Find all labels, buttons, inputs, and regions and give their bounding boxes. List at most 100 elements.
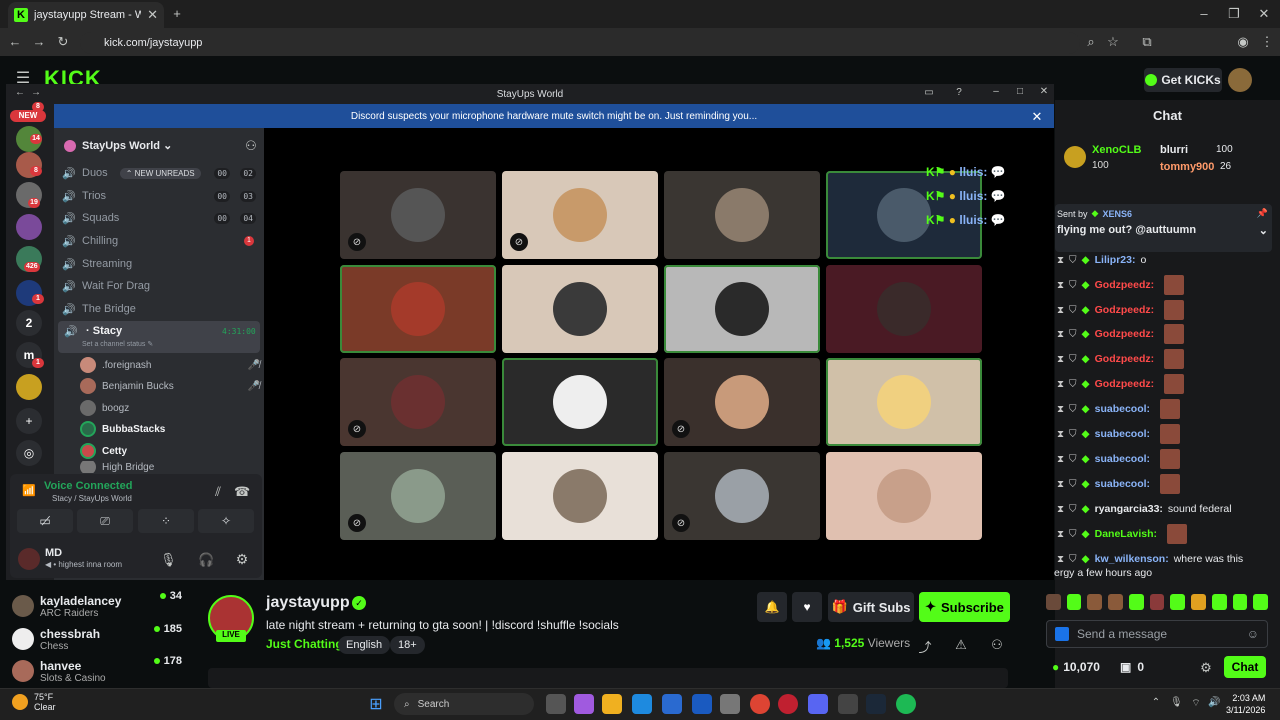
recommended-channel[interactable]: chessbrah Chess 185 [12,623,182,655]
discord-forward-icon[interactable]: → [30,87,42,98]
voice-member[interactable]: BubbaStacks [80,419,260,439]
chat-settings-icon[interactable]: ⚙ [1200,660,1212,676]
pinned-user[interactable]: XENS6 [1102,209,1132,219]
taskbar-clock[interactable]: 2:03 AM 3/11/2026 [1226,692,1265,716]
user-avatar[interactable] [1228,68,1252,92]
discord-close-icon[interactable]: ✕ [1038,86,1050,97]
screen-share-button[interactable]: ⎚ [77,509,133,533]
activities-button[interactable]: ⁘ [138,509,194,533]
tag-age[interactable]: 18+ [390,636,425,654]
tag-language[interactable]: English [338,636,391,654]
xbox-icon[interactable] [838,694,858,714]
get-kicks-button[interactable]: Get KICKs [1144,68,1222,92]
notification-bell-button[interactable]: 🔔 [757,592,787,622]
video-tile[interactable]: ⊘ [502,171,658,259]
chat-username[interactable]: suabecool: [1095,403,1150,415]
inbox-icon[interactable]: ▭ [922,87,936,98]
reload-icon[interactable]: ↻ [56,34,70,50]
emote-icon[interactable] [1108,594,1123,610]
video-tile[interactable]: ⊘ [340,171,496,259]
chat-username[interactable]: ryangarcia33: [1095,503,1163,515]
chat-username[interactable]: suabecool: [1095,428,1150,440]
emote-icon[interactable] [1066,594,1082,610]
video-tile[interactable]: ⊘ [340,358,496,446]
video-tile[interactable]: ⊘ [664,358,820,446]
spotify-icon[interactable] [896,694,916,714]
server-icon[interactable] [16,214,42,240]
volume-icon[interactable]: 🔊 [1208,697,1220,708]
minimize-icon[interactable]: – [1196,6,1212,21]
subscribe-button[interactable]: ✦ Subscribe [919,592,1010,622]
emote-icon[interactable] [1170,594,1186,610]
gifter-name[interactable]: tommy900 [1160,161,1214,173]
weather-widget[interactable]: 75°F Clear [12,692,56,712]
emoji-icon[interactable]: ☺ [1247,627,1259,641]
streamer-name[interactable]: jaystayupp [266,594,350,612]
chat-username[interactable]: Lilipr23: [1095,254,1136,266]
chat-username[interactable]: Godzpeedz: [1095,378,1155,390]
close-notice-icon[interactable]: ✕ [1030,109,1044,125]
video-tile[interactable] [826,452,982,540]
server-icon[interactable] [16,374,42,400]
emote-icon[interactable] [1232,594,1248,610]
wifi-icon[interactable]: ⌔ [1190,697,1202,710]
invite-icon[interactable]: ⚇ [244,138,258,154]
chat-username[interactable]: Godzpeedz: [1095,353,1155,365]
recommended-channel[interactable]: kayladelancey ARC Raiders 34 [12,590,182,622]
tray-mic-icon[interactable]: 🎙 [1170,697,1183,708]
user-avatar[interactable] [18,548,40,570]
chat-input[interactable]: Send a message ☺ [1046,620,1268,648]
emote-icon[interactable] [1191,594,1206,610]
explore-icon[interactable]: ◎ [16,440,42,466]
zoom-icon[interactable]: ⌕ [1084,34,1098,50]
voice-member[interactable]: Cetty [80,441,260,461]
back-icon[interactable]: ← [8,34,22,49]
forward-icon[interactable]: → [32,34,46,49]
headphones-icon[interactable]: 🎧 [198,552,214,568]
chat-username[interactable]: suabecool: [1095,478,1150,490]
video-tile[interactable] [502,358,658,446]
channel-status-prompt[interactable]: Set a channel status ✎ [82,340,153,348]
profile-icon[interactable]: ◉ [1236,34,1250,50]
file-explorer-icon[interactable] [602,694,622,714]
emote-icon[interactable] [1253,594,1269,610]
copilot-icon[interactable] [574,694,594,714]
close-window-icon[interactable]: ✕ [1256,6,1272,22]
bookmark-star-icon[interactable]: ☆ [1106,34,1120,50]
emote-icon[interactable] [1211,594,1227,610]
edge-icon[interactable] [632,694,652,714]
recommended-channel[interactable]: hanvee Slots & Casino 178 [12,655,182,687]
soundboard-button[interactable]: ✧ [198,509,254,533]
voice-member[interactable]: High Bridge [80,461,260,473]
chevron-down-icon[interactable]: ⌄ [1259,224,1268,237]
user-settings-icon[interactable]: ⚙ [234,551,250,568]
start-icon[interactable]: ⊞ [366,694,386,714]
video-tile[interactable] [340,265,496,353]
video-tile[interactable] [502,452,658,540]
tray-chevron-icon[interactable]: ⌃ [1150,697,1162,708]
extensions-icon[interactable]: ⧉ [1140,34,1154,50]
gifter-name[interactable]: blurri [1160,144,1188,156]
video-tile[interactable] [826,358,982,446]
task-view-icon[interactable] [546,694,566,714]
discord-icon[interactable] [808,694,828,714]
emote-icon[interactable] [1128,594,1144,610]
gifter-name[interactable]: XenoCLB [1092,144,1142,156]
voice-channel-the-bridge[interactable]: 🔊 The Bridge [62,299,260,319]
voice-channel-wait-for-drag[interactable]: 🔊 Wait For Drag [62,276,260,296]
server-name-header[interactable]: StayUps World ⌄ [82,139,172,152]
new-unreads-pill[interactable]: ⌃ NEW UNREADS [119,167,201,179]
voice-member[interactable]: boogz [80,398,260,418]
chat-username[interactable]: suabecool: [1095,453,1150,465]
voice-connected-title[interactable]: Voice Connected [44,480,132,492]
video-tile[interactable] [664,265,820,353]
emote-icon[interactable] [1149,594,1165,610]
pinned-message[interactable]: Sent by ◆ XENS6 📌 flying me out? @auttuu… [1055,204,1272,252]
video-tile[interactable] [502,265,658,353]
follow-button[interactable]: ♥ [792,592,822,622]
stream-category[interactable]: Just Chatting [266,637,343,651]
chrome-icon[interactable] [750,694,770,714]
opera-icon[interactable] [778,694,798,714]
send-chat-button[interactable]: Chat [1224,656,1266,678]
app-icon[interactable] [720,694,740,714]
